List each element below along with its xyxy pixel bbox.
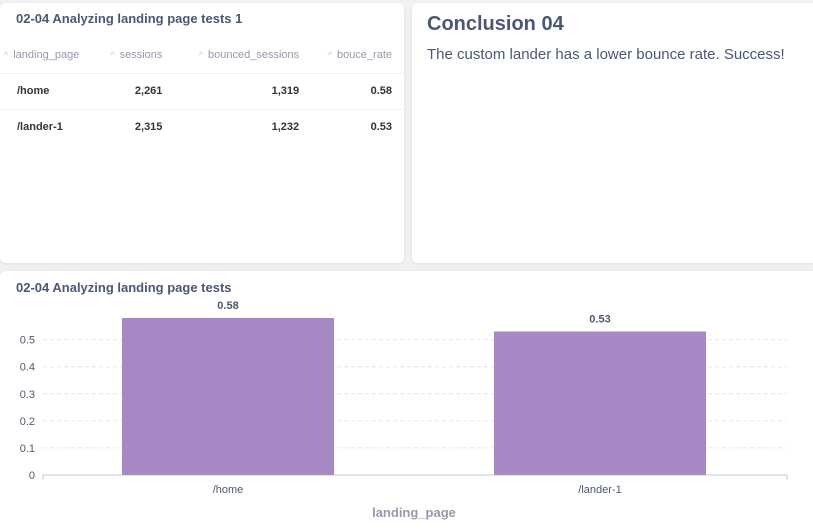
column-header-sessions[interactable]: ^ sessions — [97, 37, 175, 73]
table-card: 02-04 Analyzing landing page tests 1 ^ la… — [0, 3, 404, 263]
y-tick-label: 0 — [29, 470, 35, 482]
sort-arrow-icon: ^ — [198, 49, 204, 60]
sort-arrow-icon: ^ — [110, 49, 115, 60]
conclusion-text: The custom lander has a lower bounce rat… — [427, 46, 785, 63]
column-header-bounce-rate[interactable]: ^ bouce_rate — [311, 37, 404, 73]
bar[interactable] — [493, 331, 707, 475]
y-tick-label: 0.2 — [20, 416, 35, 428]
text-card: Conclusion 04 The custom lander has a lo… — [412, 3, 813, 263]
conclusion-heading: Conclusion 04 — [427, 13, 564, 35]
x-tick-label: /home — [213, 484, 244, 496]
column-header-bounced-sessions[interactable]: ^ bounced_sessions — [174, 37, 311, 73]
y-tick-label: 0.4 — [20, 362, 35, 374]
table-cell: 2,315 — [96, 108, 175, 145]
y-tick-label: 0.3 — [20, 389, 35, 401]
table-cell: 2,261 — [96, 72, 175, 109]
table-cell: 0.58 — [311, 72, 404, 109]
table-cell[interactable]: /home — [0, 72, 97, 109]
table-header-row: ^ landing_page ^ sessions ^ bounced_session… — [0, 37, 404, 73]
y-tick-label: 0.1 — [20, 443, 35, 455]
table-card-title: 02-04 Analyzing landing page tests 1 — [16, 11, 243, 26]
table-cell: 1,232 — [174, 108, 312, 145]
sort-arrow-icon: ^ — [327, 49, 332, 60]
table-cell: 0.53 — [311, 108, 404, 145]
table-cell: 1,319 — [174, 72, 312, 109]
table-cell[interactable]: /lander-1 — [0, 108, 97, 145]
chart-card: 02-04 Analyzing landing page tests 0 0.1 0… — [0, 271, 813, 530]
bar-chart: 0 0.1 0.2 0.3 0.4 0.5 0.58/home 0.53/lander-1 la… — [20, 300, 788, 520]
sort-arrow-icon: ^ — [4, 49, 9, 60]
bar-data-label: 0.53 — [589, 314, 610, 326]
table-row: /home 2,261 1,319 0.58 — [0, 72, 404, 109]
x-axis-title: landing_page — [372, 505, 456, 520]
y-tick-label: 0.5 — [20, 335, 35, 347]
x-tick-label: /lander-1 — [578, 484, 621, 496]
column-header-landing-page[interactable]: ^ landing_page — [0, 37, 97, 73]
bar-data-label: 0.58 — [217, 300, 238, 312]
table-row: /lander-1 2,315 1,232 0.53 — [0, 108, 404, 145]
data-table: ^ landing_page ^ sessions ^ bounced_session… — [0, 37, 404, 145]
bar[interactable] — [121, 318, 335, 475]
